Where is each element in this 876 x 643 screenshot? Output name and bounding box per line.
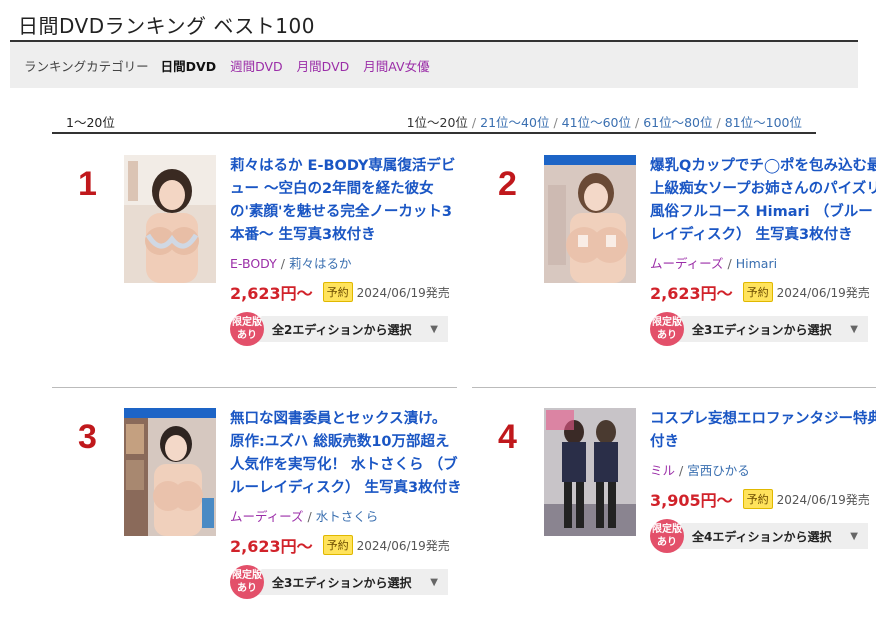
current-range: 1〜20位 (66, 115, 115, 130)
release-date: 2024/06/19発売 (776, 285, 870, 300)
edition-selector-row: 限定版 あり 全3エディションから選択 ▼ (650, 312, 876, 346)
product-title-link[interactable]: コスプレ妄想エロファンタジー特典付き (650, 408, 876, 454)
limited-edition-badge: 限定版 あり (650, 519, 684, 553)
release-date: 2024/06/19発売 (356, 285, 450, 300)
price: 2,623円〜 (230, 284, 313, 303)
ranking-item: 2 爆乳Qカップでチ◯ポを包み込む最上級痴女ソープお姉さんのパイズリ風俗フルコー… (472, 155, 876, 385)
edition-select-label: 全3エディションから選択 (272, 575, 412, 590)
product-meta: ムーディーズ / Himari (650, 256, 778, 271)
rank-number: 2 (498, 165, 517, 203)
page-link-21-40[interactable]: 21位〜40位 (480, 115, 549, 130)
page-link-41-60[interactable]: 41位〜60位 (562, 115, 631, 130)
page-link-81-100[interactable]: 81位〜100位 (725, 115, 802, 130)
rank-number: 4 (498, 418, 517, 456)
maker-link[interactable]: E-BODY (230, 256, 277, 271)
edition-selector-row: 限定版 あり 全4エディションから選択 ▼ (650, 519, 876, 553)
price-row: 2,623円〜 予約 2024/06/19発売 (230, 280, 462, 304)
product-title-link[interactable]: 爆乳Qカップでチ◯ポを包み込む最上級痴女ソープお姉さんのパイズリ風俗フルコース … (650, 155, 876, 247)
category-label: ランキングカテゴリー (24, 58, 149, 74)
preorder-badge: 予約 (322, 535, 353, 555)
limited-edition-badge: 限定版 あり (230, 565, 264, 599)
actress-link[interactable]: Himari (736, 256, 777, 271)
price: 2,623円〜 (230, 537, 313, 556)
product-thumbnail[interactable] (124, 408, 216, 536)
edition-select[interactable]: 全4エディションから選択 ▼ (678, 523, 868, 549)
ranking-item: 3 無口な図書委員とセックス漬け。 原作:ユズハ 総販売数10万部超え人気作を実… (52, 408, 472, 638)
preorder-badge: 予約 (742, 489, 773, 509)
page-link-1-20[interactable]: 1位〜20位 (407, 115, 468, 130)
edition-select[interactable]: 全3エディションから選択 ▼ (258, 569, 448, 595)
actress-link[interactable]: 宮西ひかる (687, 463, 750, 478)
row-divider (52, 387, 457, 388)
category-monthly-dvd[interactable]: 月間DVD (297, 56, 350, 75)
price-row: 2,623円〜 予約 2024/06/19発売 (650, 280, 876, 304)
chevron-down-icon: ▼ (430, 576, 438, 588)
actress-link[interactable]: 莉々はるか (289, 256, 352, 271)
ranking-item: 4 コスプレ妄想エロファンタジー特典付き ミル / 宮西ひかる 3,905円〜 予約… (472, 408, 876, 638)
preorder-badge: 予約 (742, 282, 773, 302)
chevron-down-icon: ▼ (850, 530, 858, 542)
actress-link[interactable]: 水トさくら (316, 509, 379, 524)
release-date: 2024/06/19発売 (356, 538, 450, 553)
edition-select-label: 全2エディションから選択 (272, 322, 412, 337)
maker-link[interactable]: ムーディーズ (230, 509, 304, 524)
page-title: 日間DVDランキング ベスト100 (18, 14, 315, 38)
edition-select-label: 全3エディションから選択 (692, 322, 832, 337)
edition-select[interactable]: 全2エディションから選択 ▼ (258, 316, 448, 342)
product-title-link[interactable]: 無口な図書委員とセックス漬け。 原作:ユズハ 総販売数10万部超え人気作を実写化… (230, 408, 462, 500)
product-thumbnail[interactable] (124, 155, 216, 283)
ranking-item: 1 莉々はるか E-BODY専属復活デビュー 〜空白の2年間を経た彼女の'素顔'… (52, 155, 472, 385)
price-row: 2,623円〜 予約 2024/06/19発売 (230, 533, 462, 557)
chevron-down-icon: ▼ (850, 323, 858, 335)
rank-number: 3 (78, 418, 97, 456)
product-meta: E-BODY / 莉々はるか (230, 256, 352, 271)
limited-edition-badge: 限定版 あり (650, 312, 684, 346)
release-date: 2024/06/19発売 (776, 492, 870, 507)
preorder-badge: 予約 (322, 282, 353, 302)
edition-selector-row: 限定版 あり 全2エディションから選択 ▼ (230, 312, 462, 346)
price-row: 3,905円〜 予約 2024/06/19発売 (650, 487, 876, 511)
product-meta: ムーディーズ / 水トさくら (230, 509, 379, 524)
maker-link[interactable]: ミル (650, 463, 675, 478)
edition-selector-row: 限定版 あり 全3エディションから選択 ▼ (230, 565, 462, 599)
category-monthly-actress[interactable]: 月間AV女優 (363, 56, 429, 75)
category-bar: ランキングカテゴリー 日間DVD 週間DVD 月間DVD 月間AV女優 (10, 42, 858, 88)
edition-select-label: 全4エディションから選択 (692, 529, 832, 544)
range-pager: 1位〜20位/21位〜40位/41位〜60位/61位〜80位/81位〜100位 (406, 115, 802, 130)
product-thumbnail[interactable] (544, 408, 636, 536)
product-meta: ミル / 宮西ひかる (650, 463, 750, 478)
product-thumbnail[interactable] (544, 155, 636, 283)
price: 2,623円〜 (650, 284, 733, 303)
range-bar: 1〜20位 1位〜20位/21位〜40位/41位〜60位/61位〜80位/81位… (52, 110, 816, 134)
maker-link[interactable]: ムーディーズ (650, 256, 724, 271)
product-title-link[interactable]: 莉々はるか E-BODY専属復活デビュー 〜空白の2年間を経た彼女の'素顔'を魅… (230, 155, 462, 247)
price: 3,905円〜 (650, 491, 733, 510)
limited-edition-badge: 限定版 あり (230, 312, 264, 346)
row-divider (472, 387, 876, 388)
category-daily-dvd[interactable]: 日間DVD (161, 56, 216, 75)
rank-number: 1 (78, 165, 97, 203)
category-weekly-dvd[interactable]: 週間DVD (230, 56, 283, 75)
page-link-61-80[interactable]: 61位〜80位 (643, 115, 712, 130)
chevron-down-icon: ▼ (430, 323, 438, 335)
edition-select[interactable]: 全3エディションから選択 ▼ (678, 316, 868, 342)
